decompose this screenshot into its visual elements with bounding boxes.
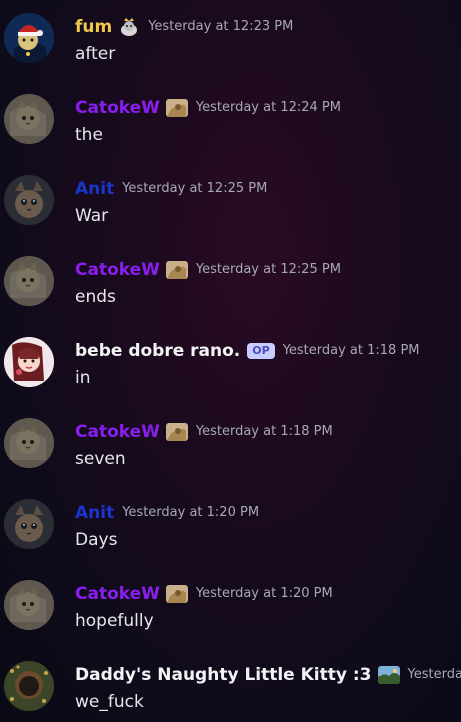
message-item[interactable]: CatokeW Yesterday at 12:25 PM ends (0, 243, 461, 324)
timestamp: Yesterday at 1:18 PM (195, 424, 333, 439)
username[interactable]: CatokeW (75, 97, 160, 119)
message-item[interactable]: Anit Yesterday at 12:25 PM War (0, 162, 461, 243)
message-content: in (75, 368, 91, 388)
avatar[interactable] (4, 418, 54, 468)
message-header: Anit Yesterday at 1:20 PM (75, 502, 259, 524)
message-content: War (75, 206, 109, 226)
avatar[interactable] (4, 580, 54, 630)
message-header: bebe dobre rano. OP Yesterday at 1:18 PM (75, 340, 420, 362)
cat-badge-icon (165, 585, 188, 603)
avatar[interactable] (4, 499, 54, 549)
cat-crown-icon (118, 18, 140, 36)
username[interactable]: fum (75, 16, 112, 38)
avatar[interactable] (4, 256, 54, 306)
avatar[interactable] (4, 94, 54, 144)
message-header: CatokeW Yesterday at 1:20 PM (75, 583, 333, 605)
message-item[interactable]: Anit Yesterday at 1:20 PM Days (0, 486, 461, 567)
message-item[interactable]: CatokeW Yesterday at 1:20 PM hopefully (0, 567, 461, 648)
message-item[interactable]: fum Yesterday at 12:23 PM after (0, 0, 461, 81)
cat-badge-icon (165, 99, 188, 117)
message-content: we_fuck (75, 692, 144, 712)
username[interactable]: CatokeW (75, 421, 160, 443)
timestamp: Yesterday at 12:23 PM (148, 19, 294, 34)
message-item[interactable]: bebe dobre rano. OP Yesterday at 1:18 PM… (0, 324, 461, 405)
username[interactable]: Anit (75, 178, 114, 200)
avatar[interactable] (4, 661, 54, 711)
timestamp: Yesterday at 1:18 PM (282, 343, 420, 358)
message-content: the (75, 125, 103, 145)
message-header: Daddy's Naughty Little Kitty :3 Yesterda… (75, 664, 461, 686)
username[interactable]: Daddy's Naughty Little Kitty :3 (75, 664, 372, 686)
timestamp: Yesterday at 1:20 PM (195, 586, 333, 601)
message-item[interactable]: Daddy's Naughty Little Kitty :3 Yesterda… (0, 648, 461, 722)
message-content: ends (75, 287, 116, 307)
message-content: seven (75, 449, 126, 469)
op-badge: OP (247, 343, 275, 359)
message-content: after (75, 44, 116, 64)
cat-badge-icon (165, 261, 188, 279)
chat-messages: fum Yesterday at 12:23 PM after CatokeW … (0, 0, 461, 722)
username[interactable]: Anit (75, 502, 114, 524)
message-item[interactable]: CatokeW Yesterday at 12:24 PM the (0, 81, 461, 162)
message-header: Anit Yesterday at 12:25 PM (75, 178, 267, 200)
message-header: CatokeW Yesterday at 1:18 PM (75, 421, 333, 443)
timestamp: Yesterday at 12:25 PM (122, 181, 268, 196)
username[interactable]: CatokeW (75, 583, 160, 605)
username[interactable]: bebe dobre rano. (75, 340, 240, 362)
timestamp: Yesterday at 12:25 PM (195, 262, 341, 277)
cat-badge-icon (165, 423, 188, 441)
timestamp: Yesterday at 2 (407, 667, 461, 682)
timestamp: Yesterday at 12:24 PM (195, 100, 341, 115)
message-header: CatokeW Yesterday at 12:24 PM (75, 97, 341, 119)
message-content: Days (75, 530, 118, 550)
message-header: fum Yesterday at 12:23 PM (75, 16, 293, 38)
avatar[interactable] (4, 13, 54, 63)
username[interactable]: CatokeW (75, 259, 160, 281)
landscape-badge-icon (377, 666, 400, 684)
timestamp: Yesterday at 1:20 PM (122, 505, 260, 520)
message-item[interactable]: CatokeW Yesterday at 1:18 PM seven (0, 405, 461, 486)
avatar[interactable] (4, 337, 54, 387)
avatar[interactable] (4, 175, 54, 225)
message-header: CatokeW Yesterday at 12:25 PM (75, 259, 341, 281)
message-content: hopefully (75, 611, 154, 631)
